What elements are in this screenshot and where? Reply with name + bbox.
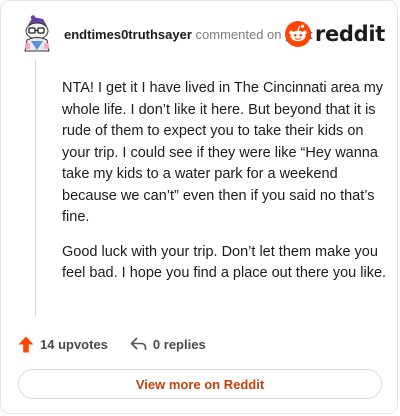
commented-on-text: commented on — [195, 27, 282, 42]
comment-body: NTA! I get it I have lived in The Cincin… — [62, 78, 388, 298]
reddit-logo-icon — [284, 21, 311, 47]
comment-paragraph: Good luck with your trip. Don’t let them… — [62, 243, 387, 282]
reply-arrow-icon — [130, 337, 147, 350]
reddit-logo[interactable]: reddit — [284, 21, 385, 47]
replies-button[interactable]: 0 replies — [130, 336, 206, 352]
comment-paragraph: NTA! I get it I have lived in The Cincin… — [62, 80, 384, 225]
thread-line — [35, 59, 36, 317]
reddit-wordmark: reddit — [314, 22, 385, 46]
comment-actions: 14 upvotes 0 replies — [18, 333, 228, 355]
comment-header: endtimes0truthsayer commented on post re… — [19, 15, 385, 55]
username-link[interactable]: endtimes0truthsayer — [64, 27, 192, 42]
comment-embed-card: endtimes0truthsayer commented on post re… — [0, 0, 398, 414]
snoo-avatar-icon[interactable] — [19, 15, 53, 53]
upvotes-count: 14 upvotes — [40, 336, 108, 352]
view-more-button[interactable]: View more on Reddit — [18, 369, 382, 399]
comment-meta: endtimes0truthsayer commented on post — [64, 27, 313, 42]
upvote-arrow-icon — [18, 336, 34, 352]
upvotes-button[interactable]: 14 upvotes — [18, 336, 108, 353]
replies-count: 0 replies — [152, 336, 206, 352]
